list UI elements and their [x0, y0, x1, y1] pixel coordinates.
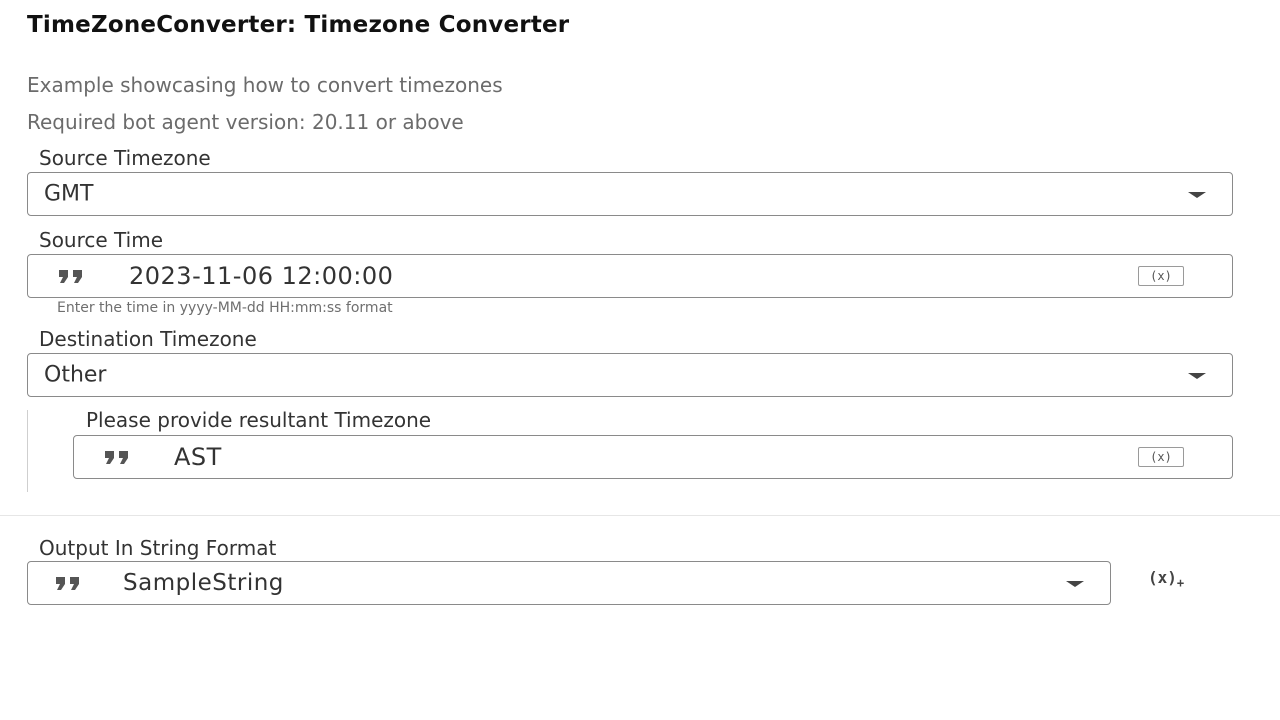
source-time-input[interactable]: 2023-11-06 12:00:00 (x) — [27, 254, 1233, 298]
output-select[interactable]: SampleString — [27, 561, 1111, 605]
output-value: SampleString — [123, 570, 284, 596]
source-timezone-value: GMT — [44, 181, 94, 207]
source-time-label: Source Time — [39, 228, 163, 252]
nested-section-indent — [27, 410, 28, 492]
variable-icon[interactable]: (x) — [1138, 447, 1184, 467]
quote-icon — [57, 266, 87, 286]
page-title: TimeZoneConverter: Timezone Converter — [27, 12, 570, 38]
source-time-hint: Enter the time in yyyy-MM-dd HH:mm:ss fo… — [57, 300, 393, 316]
add-variable-icon[interactable]: (x)+ — [1148, 568, 1184, 590]
section-divider — [0, 515, 1280, 516]
resultant-timezone-input[interactable]: AST (x) — [73, 435, 1233, 479]
chevron-down-icon — [1188, 373, 1206, 379]
page-description: Example showcasing how to convert timezo… — [27, 73, 503, 97]
source-time-value: 2023-11-06 12:00:00 — [129, 262, 394, 290]
chevron-down-icon — [1066, 581, 1084, 587]
resultant-timezone-label: Please provide resultant Timezone — [86, 408, 432, 432]
destination-timezone-select[interactable]: Other — [27, 353, 1233, 397]
add-variable-plus: + — [1176, 576, 1185, 591]
chevron-down-icon — [1188, 192, 1206, 198]
variable-icon[interactable]: (x) — [1138, 266, 1184, 286]
version-note: Required bot agent version: 20.11 or abo… — [27, 110, 464, 134]
destination-timezone-value: Other — [44, 362, 107, 388]
quote-icon — [103, 447, 133, 467]
add-variable-label: (x) — [1148, 568, 1177, 587]
source-timezone-select[interactable]: GMT — [27, 172, 1233, 216]
destination-timezone-label: Destination Timezone — [39, 327, 257, 351]
output-label: Output In String Format — [39, 536, 277, 560]
quote-icon — [54, 573, 84, 593]
resultant-timezone-value: AST — [174, 443, 222, 471]
source-timezone-label: Source Timezone — [39, 146, 211, 170]
